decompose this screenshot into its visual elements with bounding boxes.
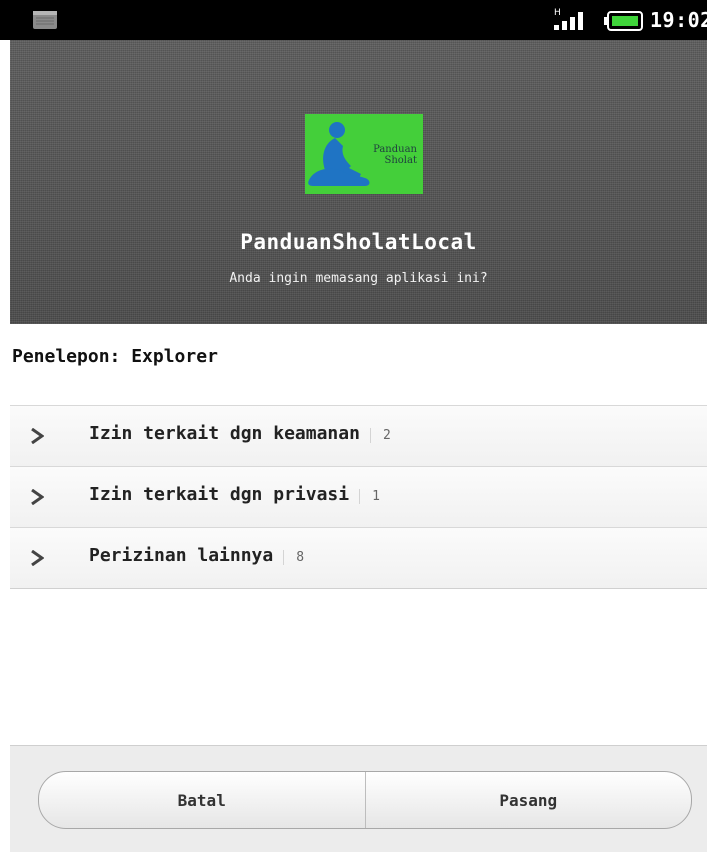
permission-label: Izin terkait dgn privasi: [89, 484, 350, 505]
app-icon: Panduan Sholat: [305, 114, 423, 194]
cancel-button[interactable]: Batal: [39, 772, 365, 828]
permission-count: 2: [369, 428, 391, 443]
chevron-right-icon: [31, 550, 44, 566]
permission-list: Izin terkait dgn keamanan 2 Izin terkait …: [10, 405, 707, 589]
chevron-right-icon: [31, 489, 44, 505]
network-type-label: H: [554, 8, 561, 18]
permission-item-security[interactable]: Izin terkait dgn keamanan 2: [10, 405, 707, 466]
install-header: Panduan Sholat PanduanSholatLocal Anda i…: [10, 40, 707, 324]
permission-item-other[interactable]: Perizinan lainnya 8: [10, 527, 707, 589]
app-name: PanduanSholatLocal: [240, 230, 477, 254]
sd-card-icon: [33, 11, 57, 29]
permission-count: 1: [359, 489, 380, 504]
status-bar: H 19:02: [0, 0, 707, 40]
app-icon-text: Panduan Sholat: [373, 144, 417, 166]
signal-icon: H: [554, 8, 583, 30]
action-button-group: Batal Pasang: [38, 771, 692, 829]
permission-count: 8: [283, 550, 305, 565]
permission-label: Perizinan lainnya: [89, 545, 274, 566]
clock: 19:02: [650, 8, 707, 32]
battery-icon: [604, 11, 643, 31]
caller-label: Penelepon: Explorer: [12, 346, 218, 367]
action-footer: Batal Pasang: [10, 745, 707, 852]
permission-label: Izin terkait dgn keamanan: [89, 423, 360, 444]
install-button[interactable]: Pasang: [364, 772, 692, 828]
permission-item-privacy[interactable]: Izin terkait dgn privasi 1: [10, 466, 707, 527]
chevron-right-icon: [31, 428, 44, 444]
install-question: Anda ingin memasang aplikasi ini?: [229, 271, 488, 286]
